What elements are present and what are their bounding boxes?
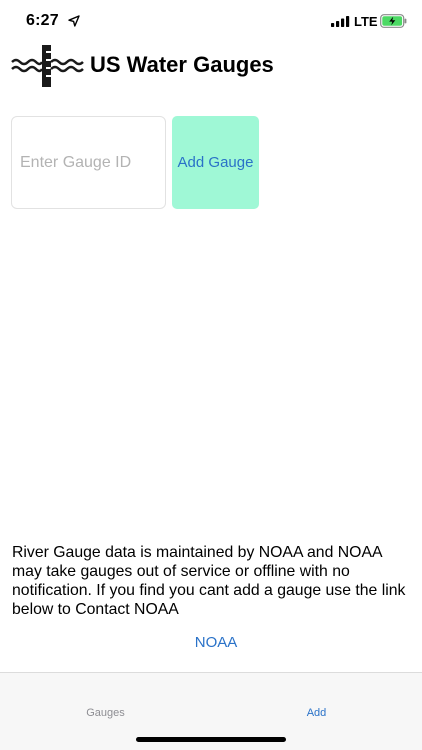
home-indicator (136, 737, 286, 742)
noaa-contact-link[interactable]: NOAA (0, 634, 422, 651)
app-title: US Water Gauges (90, 52, 274, 77)
gauge-id-input[interactable] (11, 116, 166, 209)
location-arrow-icon (68, 15, 80, 27)
disclaimer-text: River Gauge data is maintained by NOAA a… (12, 544, 406, 618)
signal-bars-icon (331, 16, 350, 27)
tab-add[interactable]: Add (211, 707, 422, 719)
tab-gauges[interactable]: Gauges (0, 707, 211, 719)
status-bar: 6:27 LTE (0, 0, 422, 44)
add-gauge-button[interactable]: Add Gauge (172, 116, 259, 209)
status-time: 6:27 (26, 12, 59, 29)
water-gauge-logo-icon (11, 45, 84, 87)
network-type-label: LTE (354, 14, 378, 29)
battery-charging-icon (380, 14, 407, 28)
app-header: US Water Gauges (0, 40, 422, 92)
